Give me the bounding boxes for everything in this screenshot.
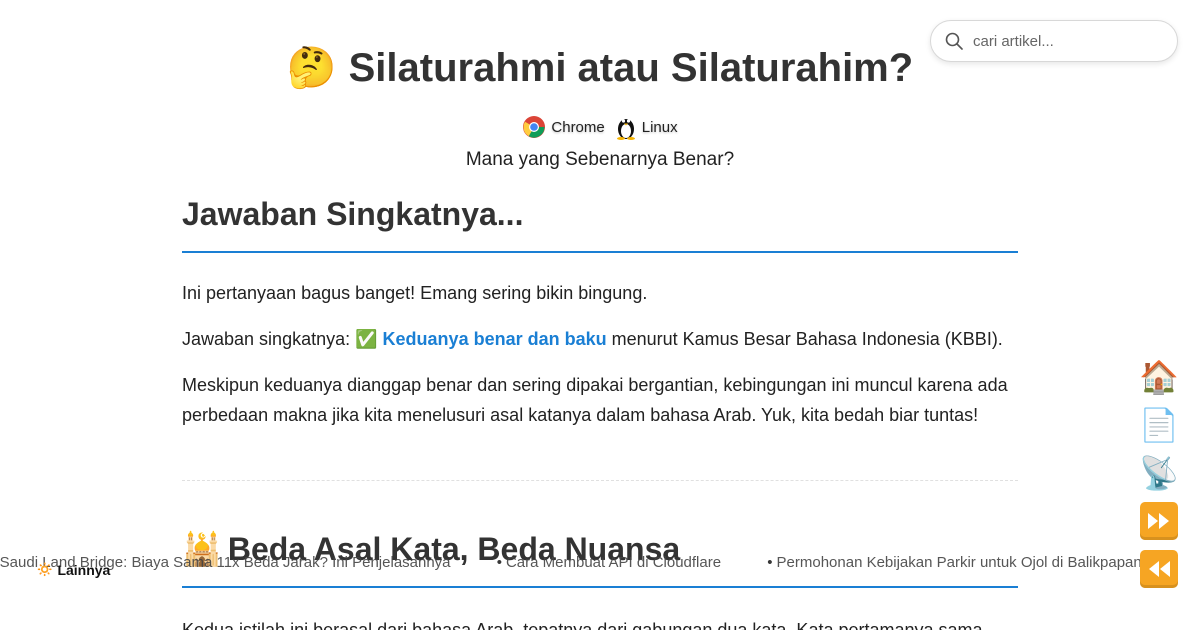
short-answer-suffix: menurut Kamus Besar Bahasa Indonesia (KB…	[606, 329, 1003, 349]
rewind-icon	[1149, 561, 1170, 577]
short-answer-highlight: Keduanya benar dan baku	[382, 329, 607, 349]
paragraph-short-answer: Jawaban singkatnya: ✅ Keduanya benar dan…	[182, 324, 1018, 354]
news-ticker: h vs Saudi Land Bridge: Biaya Sama 11x B…	[0, 552, 1150, 576]
ticker-item-label: Cara Membuat API di Cloudflare	[505, 554, 722, 571]
section-heading-jawaban: Jawaban Singkatnya...	[182, 196, 1018, 253]
bullet-icon: •	[767, 554, 773, 571]
more-link[interactable]: 🔅 Lainnya	[36, 561, 110, 578]
ticker-item[interactable]: • Permohonan Kebijakan Parkir untuk Ojol …	[767, 554, 1141, 571]
home-icon: 🏠	[1139, 359, 1179, 395]
document-icon: 📄	[1139, 407, 1179, 443]
next-article-button[interactable]	[1140, 502, 1178, 540]
linux-tux-icon	[616, 119, 635, 140]
article-body: Jawaban Singkatnya... Ini pertanyaan bag…	[182, 196, 1018, 481]
previous-article-button[interactable]	[1140, 550, 1178, 588]
ticker-item-label: Permohonan Kebijakan Parkir untuk Ojol d…	[776, 554, 1142, 571]
bullet-icon: •	[496, 554, 502, 571]
ticker-track: h vs Saudi Land Bridge: Biaya Sama 11x B…	[0, 554, 1150, 571]
home-button[interactable]: 🏠	[1139, 358, 1179, 396]
ticker-item[interactable]: • Cara Membuat API di Cloudflare	[497, 554, 721, 571]
paragraph-explanation: Meskipun keduanya dianggap benar dan ser…	[182, 375, 1008, 425]
sun-icon: 🔅	[36, 561, 54, 577]
feed-button[interactable]: 📡	[1139, 454, 1179, 492]
satellite-dish-icon: 📡	[1139, 455, 1179, 491]
side-navigation: 🏠 📄 📡	[1139, 358, 1180, 598]
platform-badges: Chrome Linux	[0, 114, 1200, 140]
check-mark-icon: ✅	[355, 329, 378, 349]
more-link-label: Lainnya	[57, 561, 111, 578]
platform-chrome: Chrome	[522, 115, 605, 139]
fast-forward-icon	[1148, 513, 1169, 529]
short-answer-prefix: Jawaban singkatnya:	[182, 329, 356, 349]
page-title-text: Silaturahmi atau Silaturahim?	[348, 46, 914, 90]
page-subtitle: Mana yang Sebenarnya Benar?	[465, 149, 735, 170]
platform-linux: Linux	[615, 114, 678, 140]
platform-chrome-label: Chrome	[551, 118, 605, 136]
section-divider	[182, 480, 1018, 481]
page-title: 🤔 Silaturahmi atau Silaturahim?	[0, 44, 1200, 91]
paragraph-intro: Ini pertanyaan bagus banget! Emang serin…	[182, 283, 648, 303]
chrome-icon	[523, 116, 546, 138]
page-button[interactable]: 📄	[1139, 406, 1179, 444]
page: 🤔Silaturahmi atau Silaturahim? Chrome	[0, 0, 1200, 630]
heading-underline	[182, 586, 1018, 588]
thinking-face-icon: 🤔	[286, 46, 337, 90]
platform-linux-label: Linux	[641, 118, 678, 136]
paragraph-asal-kata: Kedua istilah ini berasal dari bahasa Ar…	[182, 620, 983, 630]
